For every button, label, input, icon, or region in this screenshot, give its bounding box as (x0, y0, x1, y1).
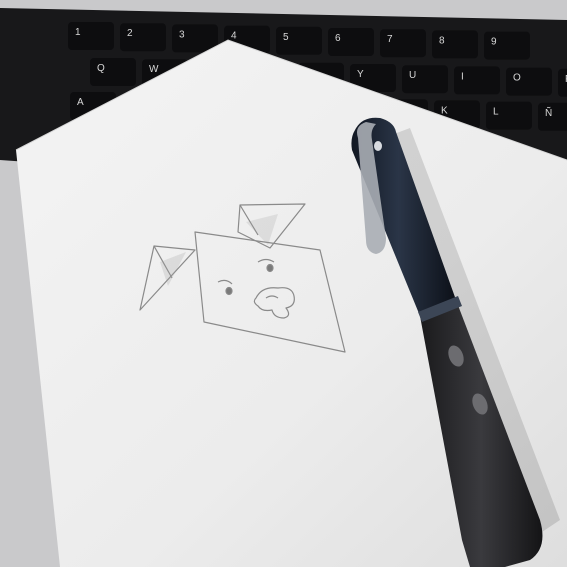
keyboard-key-label: 4 (231, 31, 237, 42)
keyboard-key-label: I (461, 71, 464, 82)
keyboard-key-label: 1 (75, 27, 81, 38)
photo-svg: 123456789QWERTYUIOPASDFGHJKLÑZXCVBNM (0, 0, 567, 567)
dog-right-eye (266, 263, 274, 273)
keyboard-key-label: Y (357, 69, 364, 80)
keyboard-key-label: 9 (491, 37, 497, 48)
keyboard-key-label: W (149, 64, 159, 75)
keyboard-key-label: Q (97, 63, 105, 74)
keyboard-key-label: A (77, 97, 84, 108)
keyboard-key-label: 8 (439, 35, 445, 46)
photo-scene: 123456789QWERTYUIOPASDFGHJKLÑZXCVBNM (0, 0, 567, 567)
keyboard-key-label: 2 (127, 28, 133, 39)
keyboard-key-label: 7 (387, 34, 393, 45)
keyboard-key (538, 102, 567, 131)
keyboard-key-label: Ñ (545, 106, 552, 119)
pen-clip-hole (374, 141, 382, 151)
keyboard-key-label: K (441, 105, 448, 116)
keyboard-key-label: 6 (335, 33, 341, 44)
keyboard-key-label: L (493, 107, 499, 118)
keyboard-key-label: 5 (283, 32, 289, 43)
keyboard-key-label: U (409, 70, 416, 81)
keyboard-key-label: 3 (179, 29, 185, 40)
keyboard-key-label: O (513, 73, 521, 84)
dog-left-eye (225, 286, 233, 296)
